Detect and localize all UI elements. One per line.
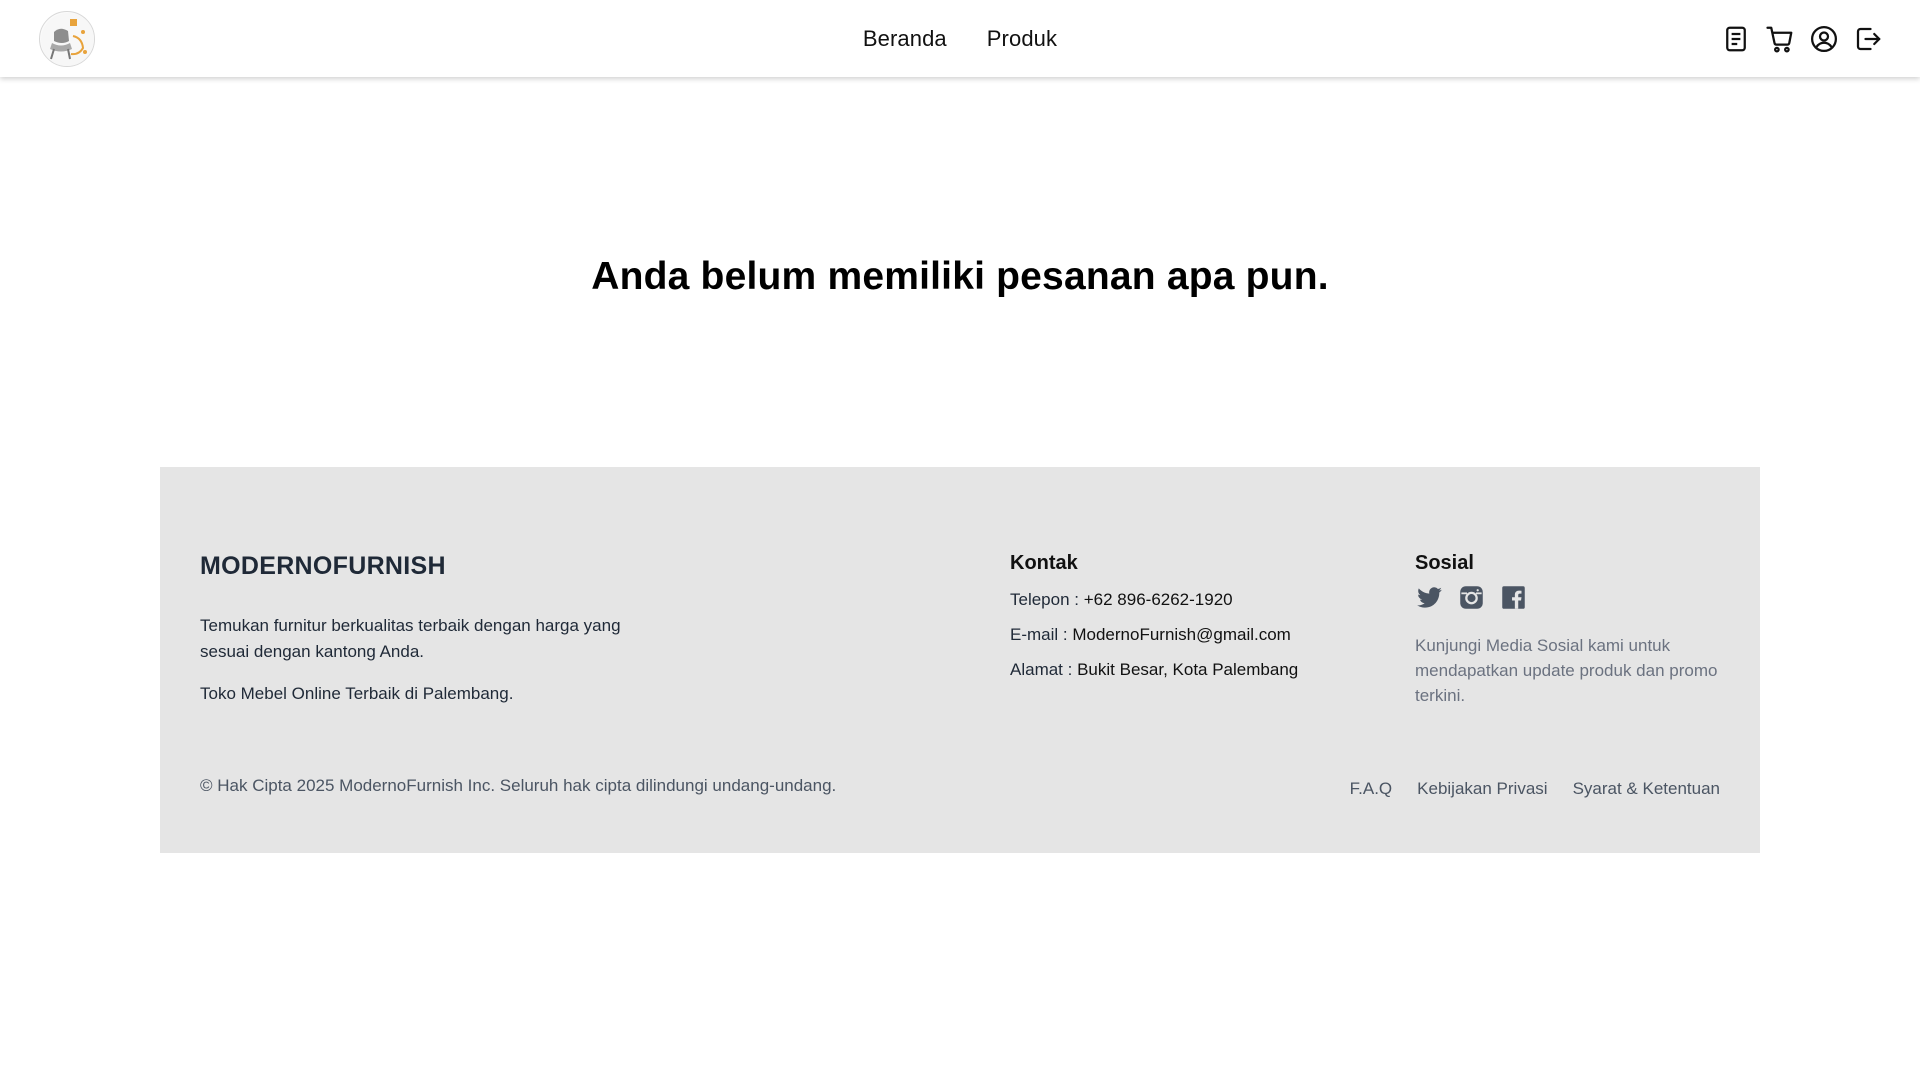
cart-icon[interactable] xyxy=(1764,23,1796,55)
footer-description: Temukan furnitur berkualitas terbaik den… xyxy=(200,616,621,661)
orders-icon[interactable] xyxy=(1720,23,1752,55)
contact-email: E-mail : ModernoFurnish@gmail.com xyxy=(1010,625,1291,645)
navbar: Beranda Produk xyxy=(0,0,1920,77)
contact-address: Alamat : Bukit Besar, Kota Palembang xyxy=(1010,660,1298,680)
social-icons xyxy=(1415,583,1527,611)
copyright: © Hak Cipta 2025 ModernoFurnish Inc. Sel… xyxy=(200,776,837,795)
facebook-icon[interactable] xyxy=(1499,583,1527,611)
address-value: Bukit Besar, Kota Palembang xyxy=(1077,660,1299,679)
address-label: Alamat : xyxy=(1010,660,1078,679)
email-value[interactable]: ModernoFurnish@gmail.com xyxy=(1072,625,1291,644)
contact-phone: Telepon : +62 896-6262-1920 xyxy=(1010,590,1233,610)
footer-link-faq[interactable]: F.A.Q xyxy=(1350,779,1393,799)
nav-icons xyxy=(1720,22,1884,56)
logo[interactable] xyxy=(39,11,95,67)
phone-label: Telepon : xyxy=(1010,590,1084,609)
nav-link-produk[interactable]: Produk xyxy=(987,26,1057,52)
logout-icon[interactable] xyxy=(1852,23,1884,55)
user-icon[interactable] xyxy=(1808,23,1840,55)
footer-tagline: Toko Mebel Online Terbaik di Palembang. xyxy=(200,684,514,703)
footer-link-privacy[interactable]: Kebijakan Privasi xyxy=(1417,779,1547,799)
phone-value[interactable]: +62 896-6262-1920 xyxy=(1084,590,1233,609)
footer-links: F.A.Q Kebijakan Privasi Syarat & Ketentu… xyxy=(1350,779,1720,799)
social-title: Sosial xyxy=(1415,552,1474,574)
email-label: E-mail : xyxy=(1010,625,1073,644)
empty-orders-message: Anda belum memiliki pesanan apa pun. xyxy=(591,255,1329,298)
footer-link-terms[interactable]: Syarat & Ketentuan xyxy=(1573,779,1720,799)
footer: MODERNOFURNISH Temukan furnitur berkuali… xyxy=(160,467,1760,853)
chair-logo-icon xyxy=(41,13,94,66)
main-nav: Beranda Produk xyxy=(0,0,1920,77)
twitter-icon[interactable] xyxy=(1415,583,1443,611)
social-description: Kunjungi Media Sosial kami untuk mendapa… xyxy=(1415,636,1718,705)
instagram-icon[interactable] xyxy=(1457,583,1485,611)
nav-link-beranda[interactable]: Beranda xyxy=(863,26,947,52)
contact-title: Kontak xyxy=(1010,552,1078,574)
footer-brand: MODERNOFURNISH xyxy=(200,552,446,580)
